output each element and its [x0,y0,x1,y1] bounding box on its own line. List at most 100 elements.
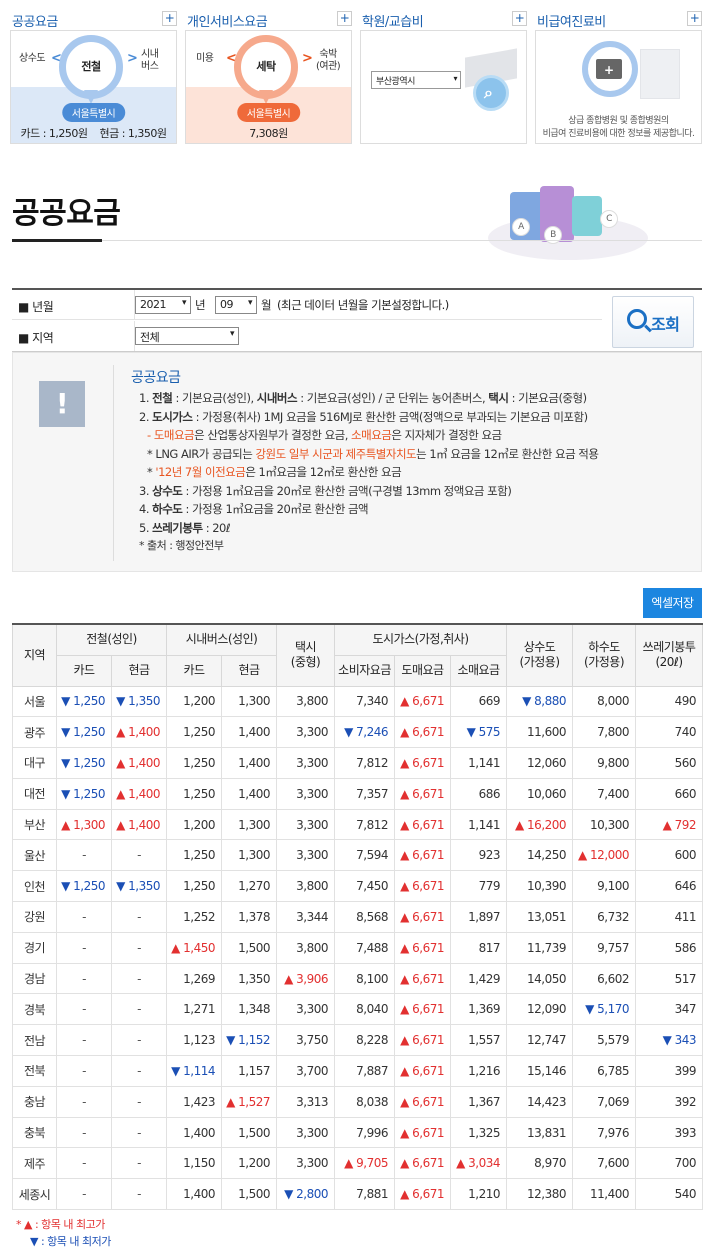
table-row: 충남 - -1,423 ▲ 1,527 3,313 8,038 ▲ 6,671 1,367 14… [12,1085,704,1118]
right-option[interactable]: 숙박 (여관) [316,49,341,73]
value-cell: 7,881 [334,1178,396,1211]
region-select[interactable]: 부산광역시 ▾ [371,71,461,89]
right-option[interactable]: 시내 버스 [141,49,159,73]
value-cell: 490 [635,685,704,718]
value-cell: ▲ 6,671 [394,1085,452,1118]
plus-icon[interactable]: + [687,11,702,26]
value-cell: ▼ 1,152 [220,1024,278,1057]
table-row: 서울 ▼ 1,250 ▼ 1,350 1,200 1,300 3,800 7,340 ▲ 6,… [12,685,704,718]
value-cell: 1,429 [450,962,508,995]
card-personal-service[interactable]: 개인서비스요금 + 미용 < 세탁 > 숙박 (여관) 서울특별시 7,308원 [185,8,352,144]
value-cell: - [56,839,112,872]
value-cell: - [56,901,112,933]
card-description: 상급 종합병원 및 종합병원의 비급여 진료비용에 대한 정보를 제공합니다. [542,116,695,139]
chevron-right-icon[interactable]: > [302,51,313,66]
value-cell: 1,378 [220,901,278,933]
value-cell: 7,450 [334,870,396,903]
card-public-fee[interactable]: 공공요금 + 상수도 < 전철 > 시내 버스 서울특별시 카드 : 1,250원… [10,8,177,144]
value-cell: 1,350 [220,962,278,995]
plus-icon[interactable]: + [512,11,527,26]
hospital-building-icon [640,49,680,99]
card-title[interactable]: 공공요금 [12,11,58,30]
value-cell: ▲ 6,671 [394,839,452,872]
region-cell: 전북 [12,1055,57,1087]
value-cell: 11,739 [506,931,574,964]
header-retail: 소매요금 [450,654,508,687]
region-select[interactable]: 전체 ▾ [135,327,239,345]
value-cell: 517 [635,962,704,995]
value-cell: 1,269 [166,962,222,995]
value-cell: 660 [635,777,704,810]
service-cards: 공공요금 + 상수도 < 전철 > 시내 버스 서울특별시 카드 : 1,250원… [10,8,702,144]
value-cell: - [56,1055,112,1087]
table-row: 대전 ▼ 1,250 ▲ 1,400 1,250 1,400 3,300 7,357 ▲ 6,… [12,777,704,810]
value-cell: ▲ 12,000 [572,839,637,872]
year-select[interactable]: 2021 ▾ [135,296,191,314]
value-cell: ▲ 6,671 [394,870,452,903]
search-icon[interactable]: ⌕ [473,75,509,111]
card-non-covered-medical[interactable]: 비급여진료비 + + 상급 종합병원 및 종합병원의 비급여 진료비용에 대한 정… [535,8,702,144]
value-cell: 13,051 [506,901,574,933]
value-cell: 6,785 [572,1055,637,1087]
table-row: 세종시 - -1,400 1,500 ▼ 2,800 7,881 ▲ 6,671 1,210 1… [12,1178,704,1211]
value-cell: 700 [635,1147,704,1180]
chevron-right-icon[interactable]: > [127,51,138,66]
value-cell: 923 [450,839,508,872]
excel-save-button[interactable]: 엑셀저장 [643,588,702,618]
value-cell: - [111,931,167,964]
chevron-down-icon: ▾ [181,298,187,308]
value-cell: ▲ 6,671 [394,1147,452,1180]
value-cell: 3,300 [276,839,336,872]
value-cell: 1,123 [166,1024,222,1057]
value-cell: 393 [635,1116,704,1149]
card-title[interactable]: 개인서비스요금 [187,11,268,30]
value-cell: 8,040 [334,993,396,1026]
value-cell: ▲ 1,450 [166,931,222,964]
default-note: (최근 데이터 년월을 기본설정합니다.) [277,298,449,312]
value-cell: 8,970 [506,1147,574,1180]
value-cell: 1,270 [220,870,278,903]
value-cell: 13,831 [506,1116,574,1149]
value-cell: 1,500 [220,1178,278,1211]
value-cell: ▲ 16,200 [506,808,574,841]
value-cell: 1,250 [166,870,222,903]
value-cell: 1,325 [450,1116,508,1149]
search-button[interactable]: 조회 [612,296,694,348]
value-cell: 3,300 [276,1147,336,1180]
card-title[interactable]: 비급여진료비 [537,11,606,30]
value-cell: ▲ 3,034 [450,1147,508,1180]
public-fee-table: 지역 전철(성인) 시내버스(성인) 택시 (중형) 도시가스(가정,취사) 상… [12,623,704,1211]
value-cell: 392 [635,1085,704,1118]
value-cell: ▼ 1,250 [56,747,112,779]
value-cell: - [56,1178,112,1211]
region-cell: 서울 [12,685,57,718]
header-taxi: 택시 (중형) [276,623,336,687]
value-cell: - [111,1055,167,1087]
month-select[interactable]: 09 ▾ [215,296,257,314]
plus-icon[interactable]: + [162,11,177,26]
left-option[interactable]: 미용 [196,53,214,65]
info-box: ! 공공요금 1. 전철 : 기본요금(성인), 시내버스 : 기본요금(성인)… [12,352,702,572]
card-academy-fee[interactable]: 학원/교습비 + 부산광역시 ▾ ⌕ [360,8,527,144]
value-cell: ▼ 5,170 [572,993,637,1026]
value-cell: ▲ 1,527 [220,1085,278,1118]
value-cell: 7,812 [334,808,396,841]
value-cell: 8,568 [334,901,396,933]
card-title[interactable]: 학원/교습비 [362,11,424,30]
value-cell: ▼ 1,350 [111,685,167,718]
value-cell: 5,579 [572,1024,637,1057]
region-cell: 울산 [12,839,57,872]
left-option[interactable]: 상수도 [19,53,46,65]
table-row: 경북 - -1,271 1,348 3,300 8,040 ▲ 6,671 1,369 12,0… [12,993,704,1026]
value-cell: ▲ 1,400 [111,716,167,749]
plus-icon[interactable]: + [337,11,352,26]
value-cell: 3,300 [276,747,336,779]
value-cell: - [111,901,167,933]
row-region: ■ 지역 전체 ▾ [12,321,602,351]
header-bus: 시내버스(성인) [165,623,278,656]
pin-label: 전철 [81,60,101,73]
value-cell: 1,141 [450,808,508,841]
medical-kit-icon: + [582,41,638,97]
region-cell: 인천 [12,870,57,903]
value-cell: 3,700 [276,1055,336,1087]
